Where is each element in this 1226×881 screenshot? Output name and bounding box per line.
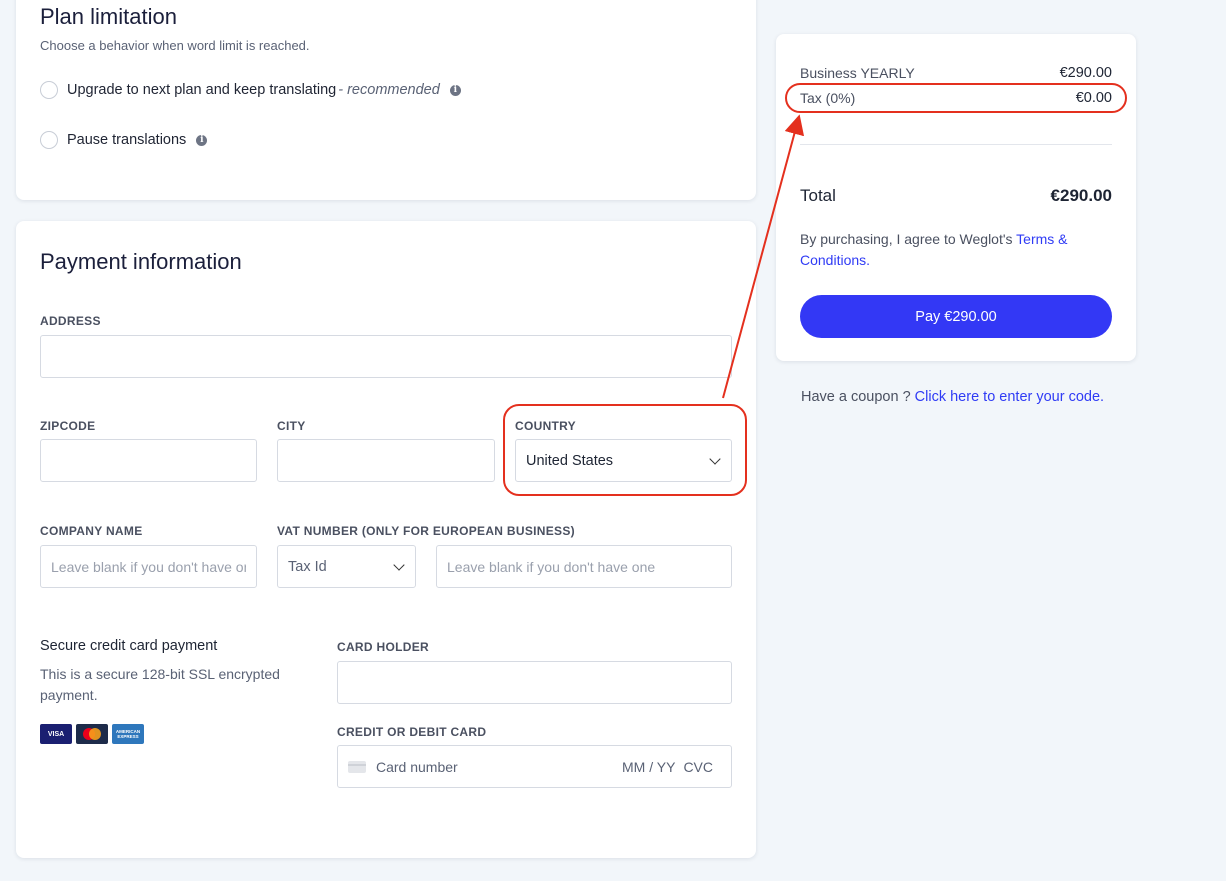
arrow-line	[722, 114, 805, 399]
arrow-annotation	[722, 114, 805, 399]
